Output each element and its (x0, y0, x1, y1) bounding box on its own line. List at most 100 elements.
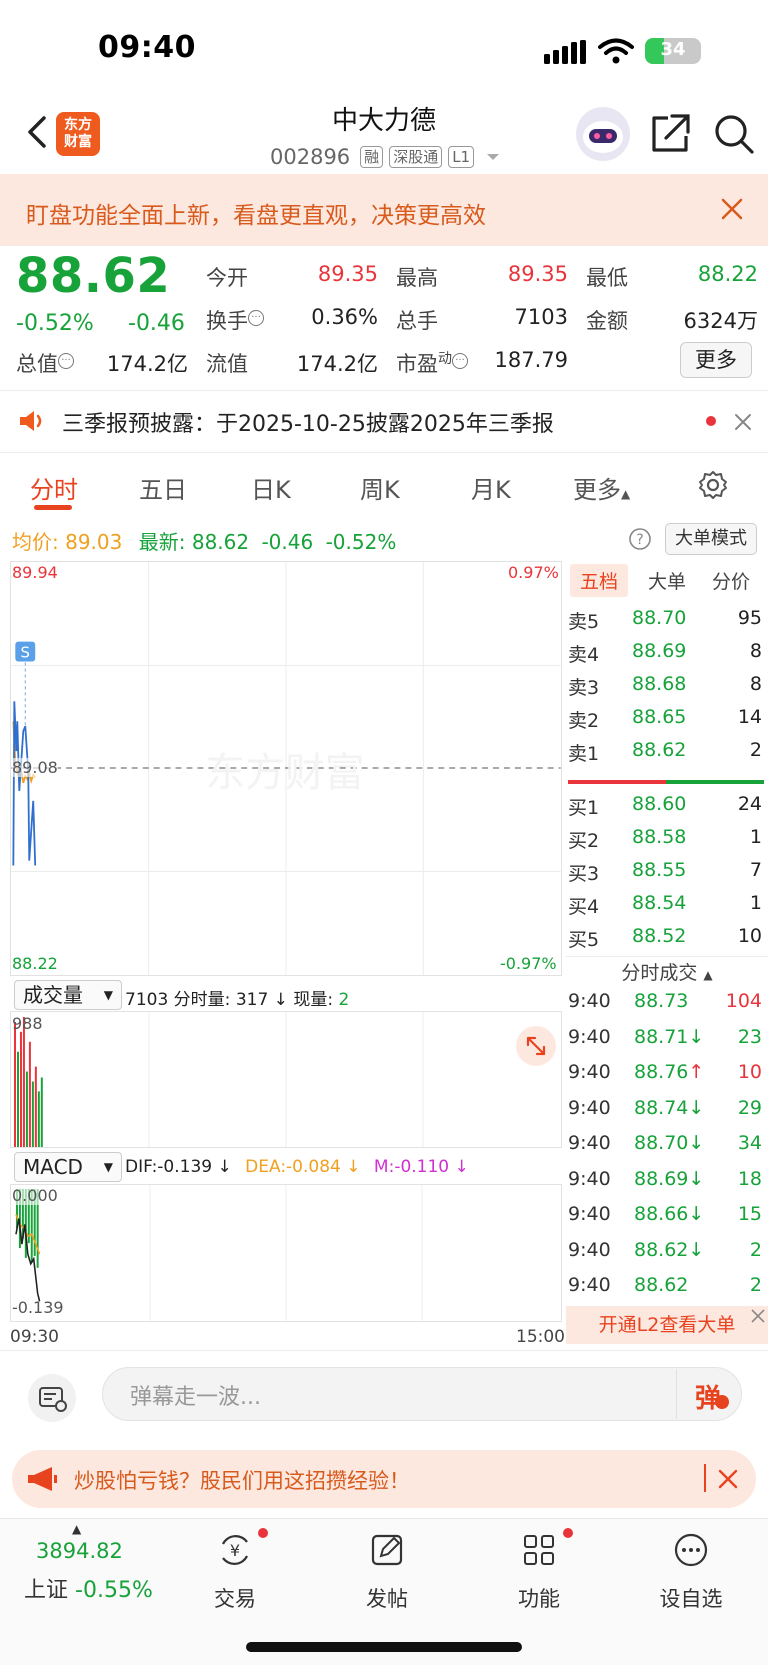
caret-up-icon: ▲ (72, 1522, 82, 1536)
tick-row: 9:40 88.73 104 (568, 990, 762, 1012)
tag-margin: 融 (360, 146, 384, 168)
indicator-selector[interactable]: 成交量 ▼ (14, 980, 122, 1010)
ask-row[interactable]: 卖1 88.62 2 (568, 735, 764, 768)
expand-button[interactable] (516, 1026, 556, 1066)
volume-label: 总手 (396, 309, 438, 333)
macd-top: 0.000 (12, 1186, 58, 1205)
bid-row[interactable]: 买5 88.52 10 (568, 921, 764, 954)
close-icon[interactable] (718, 1469, 738, 1489)
yuan-cycle-icon: ¥ (222, 1535, 248, 1565)
tab-daily-k[interactable]: 日K (251, 470, 291, 505)
danmu-settings-button[interactable] (28, 1374, 76, 1422)
ask-row[interactable]: 卖5 88.70 95 (568, 603, 764, 636)
ask-row[interactable]: 卖3 88.68 8 (568, 669, 764, 702)
help-icon[interactable]: ? (628, 527, 652, 551)
tick-row: 9:40 88.74↓ 29 (568, 1096, 762, 1119)
svg-text:?: ? (636, 532, 643, 548)
volume-max: 988 (12, 1014, 43, 1033)
tick-row: 9:40 88.76↑ 10 (568, 1061, 762, 1083)
index-value[interactable]: 3894.82 (36, 1539, 123, 1563)
bid-row[interactable]: 买3 88.55 7 (568, 855, 764, 888)
status-time: 09:40 (98, 30, 196, 65)
tag-level: L1 (448, 146, 475, 168)
orderbook-tabs: 五档 大单 分价 (566, 561, 768, 601)
danmu-send-button[interactable]: 弹 (676, 1369, 740, 1419)
open-value: 89.35 (317, 262, 378, 286)
tick-row: 9:40 88.66↓ 15 (568, 1203, 762, 1225)
mktcap-label[interactable]: 总值 ··· (16, 348, 74, 378)
chat-settings-icon (39, 1387, 67, 1412)
open-label: 今开 (206, 266, 248, 290)
tick-row: 9:40 88.62↓ 2 (568, 1238, 762, 1261)
last-price: 88.62 (16, 248, 171, 304)
bid-ask-bar-red (568, 780, 666, 784)
more-button[interactable]: 更多 (680, 342, 752, 378)
stock-subline[interactable]: 002896 融 深股通 L1 (270, 142, 500, 172)
tab-price-dist[interactable]: 分价 (712, 567, 750, 594)
assistant-avatar-icon[interactable] (576, 107, 630, 161)
tab-weekly-k[interactable]: 周K (360, 470, 400, 505)
mktcap-value: 174.2亿 (106, 352, 188, 376)
notice-text: 盯盘功能全面上新，看盘更直观，决策更高效 (26, 203, 486, 229)
chart-top-pct: 0.97% (508, 563, 559, 582)
big-order-mode-button[interactable]: 大单模式 (665, 523, 757, 555)
float-value: 174.2亿 (296, 352, 378, 376)
macd-selector[interactable]: MACD ▼ (14, 1152, 122, 1182)
ask-row[interactable]: 卖4 88.69 8 (568, 636, 764, 669)
change-value: -0.46 (128, 311, 185, 336)
turnover-label[interactable]: 换手 ··· (206, 305, 264, 335)
float-label: 流值 (206, 352, 248, 376)
change-pct: -0.52% (16, 311, 94, 336)
price-line (12, 701, 37, 866)
tick-row: 9:40 88.71↓ 23 (568, 1025, 762, 1048)
more-dots-icon (674, 1533, 708, 1567)
tab-five-levels[interactable]: 五档 (570, 564, 629, 597)
search-icon[interactable] (712, 112, 756, 156)
tick-row: 9:40 88.69↓ 18 (568, 1167, 762, 1190)
high-value: 89.35 (507, 262, 568, 286)
nav-functions[interactable]: 功能 (484, 1530, 594, 1613)
tick-title[interactable]: 分时成交 ▲ (566, 958, 768, 985)
low-value: 88.22 (697, 262, 758, 286)
nav-post[interactable]: 发帖 (332, 1530, 442, 1613)
gear-icon[interactable] (698, 470, 728, 500)
speaker-icon (20, 411, 42, 431)
index-label[interactable]: 上证 -0.55% (24, 1572, 153, 1604)
start-time: 09:30 (10, 1327, 59, 1347)
tag-connect: 深股通 (389, 146, 443, 168)
tab-monthly-k[interactable]: 月K (471, 470, 511, 505)
home-indicator (246, 1642, 522, 1652)
close-icon[interactable] (720, 197, 744, 221)
low-label: 最低 (586, 266, 628, 290)
intraday-chart[interactable]: 东方财富 S (10, 561, 562, 976)
tab-big-orders[interactable]: 大单 (648, 567, 686, 594)
volume-value: 7103 (514, 305, 568, 329)
pe-label[interactable]: 市盈动 ··· (396, 348, 468, 378)
l2-upgrade-button[interactable]: 开通L2查看大单 (566, 1306, 768, 1344)
amount-label: 金额 (586, 309, 628, 333)
chart-bottom-price: 88.22 (12, 954, 58, 973)
tick-row: 9:40 88.62 2 (568, 1274, 762, 1296)
bid-row[interactable]: 买1 88.60 24 (568, 789, 764, 822)
close-icon[interactable] (734, 413, 752, 431)
amount-value: 6324万 (683, 309, 758, 333)
tab-more[interactable]: 更多▲ (573, 470, 630, 505)
danmu-placeholder: 弹幕走一波... (130, 1385, 261, 1410)
promo-text: 炒股怕亏钱？股民们用这招攒经验！ (74, 1469, 410, 1493)
nav-trade[interactable]: ¥ 交易 (180, 1530, 290, 1613)
share-icon[interactable] (648, 112, 692, 156)
tab-five-day[interactable]: 五日 (139, 470, 187, 505)
bid-row[interactable]: 买2 88.58 1 (568, 822, 764, 855)
bid-ask-bar-green (666, 780, 764, 784)
svg-text:S: S (21, 644, 30, 662)
ask-row[interactable]: 卖2 88.65 14 (568, 702, 764, 735)
grid-icon (524, 1535, 554, 1565)
stock-code: 002896 (270, 145, 351, 169)
info-icon: ··· (58, 353, 74, 369)
close-icon[interactable] (750, 1308, 766, 1324)
bid-row[interactable]: 买4 88.54 1 (568, 888, 764, 921)
announcement-text[interactable]: 三季报预披露：于2025-10-25披露2025年三季报 (62, 406, 554, 438)
tab-intraday[interactable]: 分时 (30, 470, 78, 505)
nav-add-watchlist[interactable]: 设自选 (636, 1530, 746, 1613)
signal-icon (544, 40, 586, 64)
